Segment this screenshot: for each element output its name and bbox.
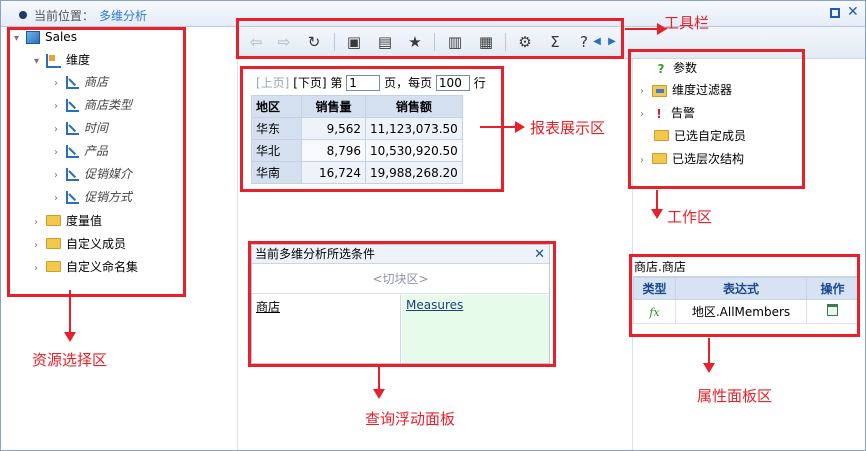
toolbar-highlight [236, 18, 624, 59]
report-area-arrow [480, 121, 525, 133]
property-panel-highlight [629, 254, 860, 337]
report-area-annotation: 报表展示区 [530, 119, 606, 137]
toolbar-annotation: 工具栏 [664, 14, 710, 32]
property-panel-arrow [703, 338, 715, 373]
report-area-highlight [240, 66, 504, 192]
maximize-icon[interactable] [830, 8, 840, 18]
query-panel-arrow [373, 367, 385, 399]
resource-area-highlight [7, 27, 186, 297]
close-icon[interactable]: ✕ [847, 4, 859, 20]
resource-area-annotation: 资源选择区 [32, 351, 108, 369]
toolbar-arrow [625, 23, 667, 35]
location-label: 当前位置： [34, 9, 95, 23]
query-panel-highlight [248, 241, 556, 367]
location-dot-icon [19, 11, 27, 19]
resource-area-arrow [64, 290, 76, 342]
property-panel-annotation: 属性面板区 [697, 387, 773, 405]
query-panel-annotation: 查询浮动面板 [365, 410, 456, 428]
workspace-highlight [628, 49, 805, 189]
current-page-link[interactable]: 多维分析 [99, 7, 147, 24]
workspace-arrow [651, 190, 663, 219]
workspace-annotation: 工作区 [667, 208, 713, 226]
